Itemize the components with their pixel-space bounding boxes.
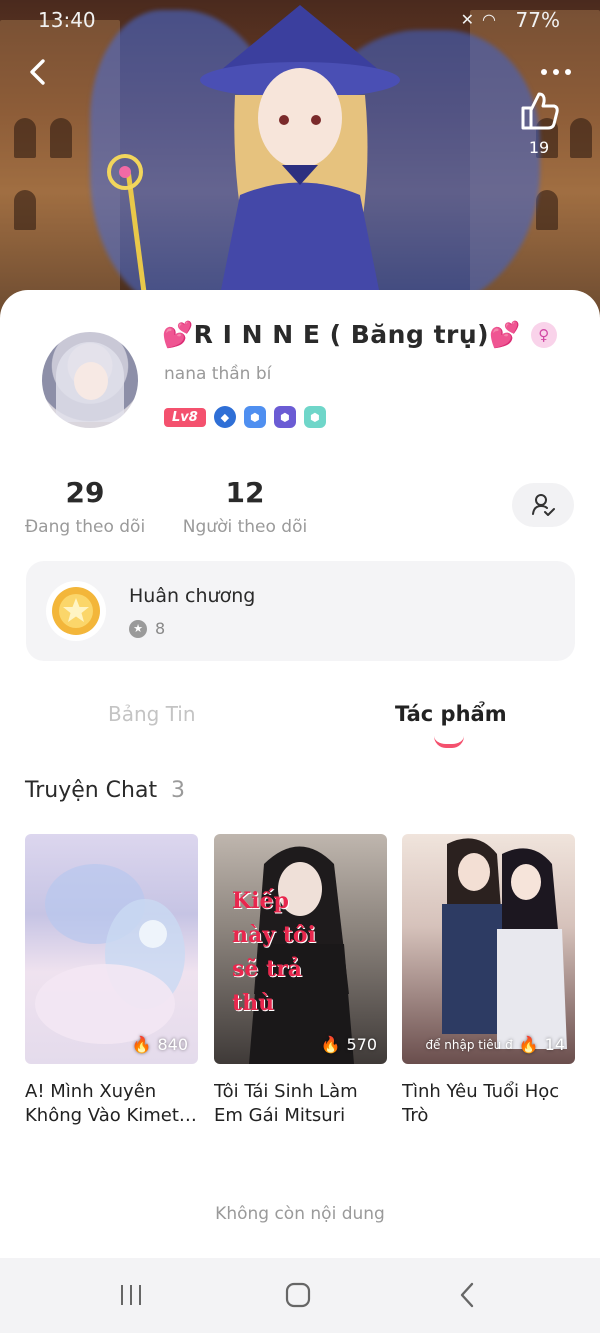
story-title: Tôi Tái Sinh Làm Em Gái Mitsuri Để… xyxy=(214,1081,358,1126)
nav-back-button[interactable] xyxy=(456,1280,478,1310)
battery-level: 77% xyxy=(515,8,560,32)
tab-news[interactable]: Bảng Tin xyxy=(108,702,196,726)
cover-caption: để nhập tiêu đ xyxy=(425,1037,513,1052)
badge-row[interactable]: Lv8 ◆ ⬢ ⬢ ⬢ xyxy=(164,406,326,428)
following-stat[interactable]: 29 Đang theo dõi xyxy=(25,476,145,537)
shield-badge-icon: ⬢ xyxy=(243,406,266,428)
user-bio: nana thần bí xyxy=(164,364,272,384)
section-title: Truyện Chat xyxy=(25,778,158,803)
flame-badge-icon: ◆ xyxy=(213,406,236,428)
section-count: 3 xyxy=(171,778,185,803)
star-icon: ★ xyxy=(129,619,147,638)
female-gender-icon: ♀ xyxy=(530,322,557,348)
end-of-content-text: Không còn nội dung xyxy=(215,1204,385,1224)
profile-sheet: 💕R I N N E ( Băng trụ)💕 ♀ nana thần bí L… xyxy=(0,290,600,1260)
active-tab-indicator xyxy=(434,736,464,748)
following-label: Đang theo dõi xyxy=(25,517,146,537)
system-navigation-bar xyxy=(0,1258,600,1333)
display-name: 💕R I N N E ( Băng trụ)💕 xyxy=(162,320,521,349)
follow-status-button[interactable] xyxy=(512,483,574,527)
story-views-count: 840 xyxy=(157,1035,188,1054)
story-cover: để nhập tiêu đ 🔥 14 xyxy=(402,834,575,1064)
followers-label: Người theo dõi xyxy=(182,517,308,537)
crest-badge-icon: ⬢ xyxy=(273,406,296,428)
flame-icon: 🔥 xyxy=(131,1035,152,1054)
story-views: 🔥 570 xyxy=(321,1035,377,1054)
medal-count-row: ★ 8 xyxy=(129,619,165,638)
like-count: 19 xyxy=(528,138,550,157)
status-bar: 13:40 ✕ ◠ 77% xyxy=(0,0,600,40)
medal-icon xyxy=(46,581,106,641)
more-dot-icon xyxy=(565,69,571,75)
following-count: 29 xyxy=(65,476,105,509)
avatar[interactable] xyxy=(42,332,138,428)
story-card[interactable]: 🔥 840 A! Mình Xuyên Không Vào Kimet… xyxy=(25,834,198,1128)
story-card[interactable]: Kiếp này tôi sẽ trả thù 🔥 570 Tôi Tái Si… xyxy=(214,834,387,1128)
level-badge: Lv8 xyxy=(164,407,206,427)
banner-character-art xyxy=(107,5,400,320)
mute-icon: ✕ xyxy=(460,10,475,29)
cover-title-text: Kiếp này tôi sẽ trả thù xyxy=(232,888,316,1016)
more-dot-icon xyxy=(553,69,559,75)
story-views: để nhập tiêu đ 🔥 14 xyxy=(425,1035,565,1054)
tab-works[interactable]: Tác phẩm xyxy=(395,702,507,726)
story-title: Tình Yêu Tuổi Học Trò xyxy=(402,1081,560,1126)
story-cover: 🔥 840 xyxy=(25,834,198,1064)
more-options-button[interactable] xyxy=(534,58,578,86)
home-button[interactable] xyxy=(285,1280,311,1310)
story-title: A! Mình Xuyên Không Vào Kimet… xyxy=(25,1081,197,1126)
back-button[interactable] xyxy=(18,52,58,92)
more-dot-icon xyxy=(541,69,547,75)
story-card[interactable]: để nhập tiêu đ 🔥 14 Tình Yêu Tuổi Học Tr… xyxy=(402,834,575,1128)
story-views-count: 570 xyxy=(346,1035,377,1054)
medal-card[interactable]: Huân chương ★ 8 xyxy=(26,561,575,661)
story-cover: Kiếp này tôi sẽ trả thù 🔥 570 xyxy=(214,834,387,1064)
chevron-left-icon xyxy=(460,1282,474,1308)
user-check-icon xyxy=(532,494,555,516)
medal-count: 8 xyxy=(155,619,166,638)
followers-stat[interactable]: 12 Người theo dõi xyxy=(181,476,309,537)
followers-count: 12 xyxy=(225,476,265,509)
medal-title: Huân chương xyxy=(129,585,256,607)
gem-badge-icon: ⬢ xyxy=(303,406,326,428)
flame-icon: 🔥 xyxy=(320,1035,341,1054)
story-views-count: 14 xyxy=(544,1035,565,1054)
story-views: 🔥 840 xyxy=(132,1035,188,1054)
home-icon xyxy=(285,1282,311,1308)
like-button[interactable]: 19 xyxy=(516,88,562,164)
flame-icon: 🔥 xyxy=(518,1035,539,1054)
wifi-icon: ◠ xyxy=(482,10,496,29)
status-time: 13:40 xyxy=(38,8,96,32)
recent-apps-button[interactable] xyxy=(118,1280,144,1310)
name-row: 💕R I N N E ( Băng trụ)💕 ♀ xyxy=(162,320,557,350)
thumbs-up-icon xyxy=(521,92,559,130)
profile-banner xyxy=(0,0,600,320)
status-icons: ✕ ◠ xyxy=(461,10,496,29)
recent-apps-icon xyxy=(121,1285,141,1305)
chevron-left-icon xyxy=(30,59,45,85)
